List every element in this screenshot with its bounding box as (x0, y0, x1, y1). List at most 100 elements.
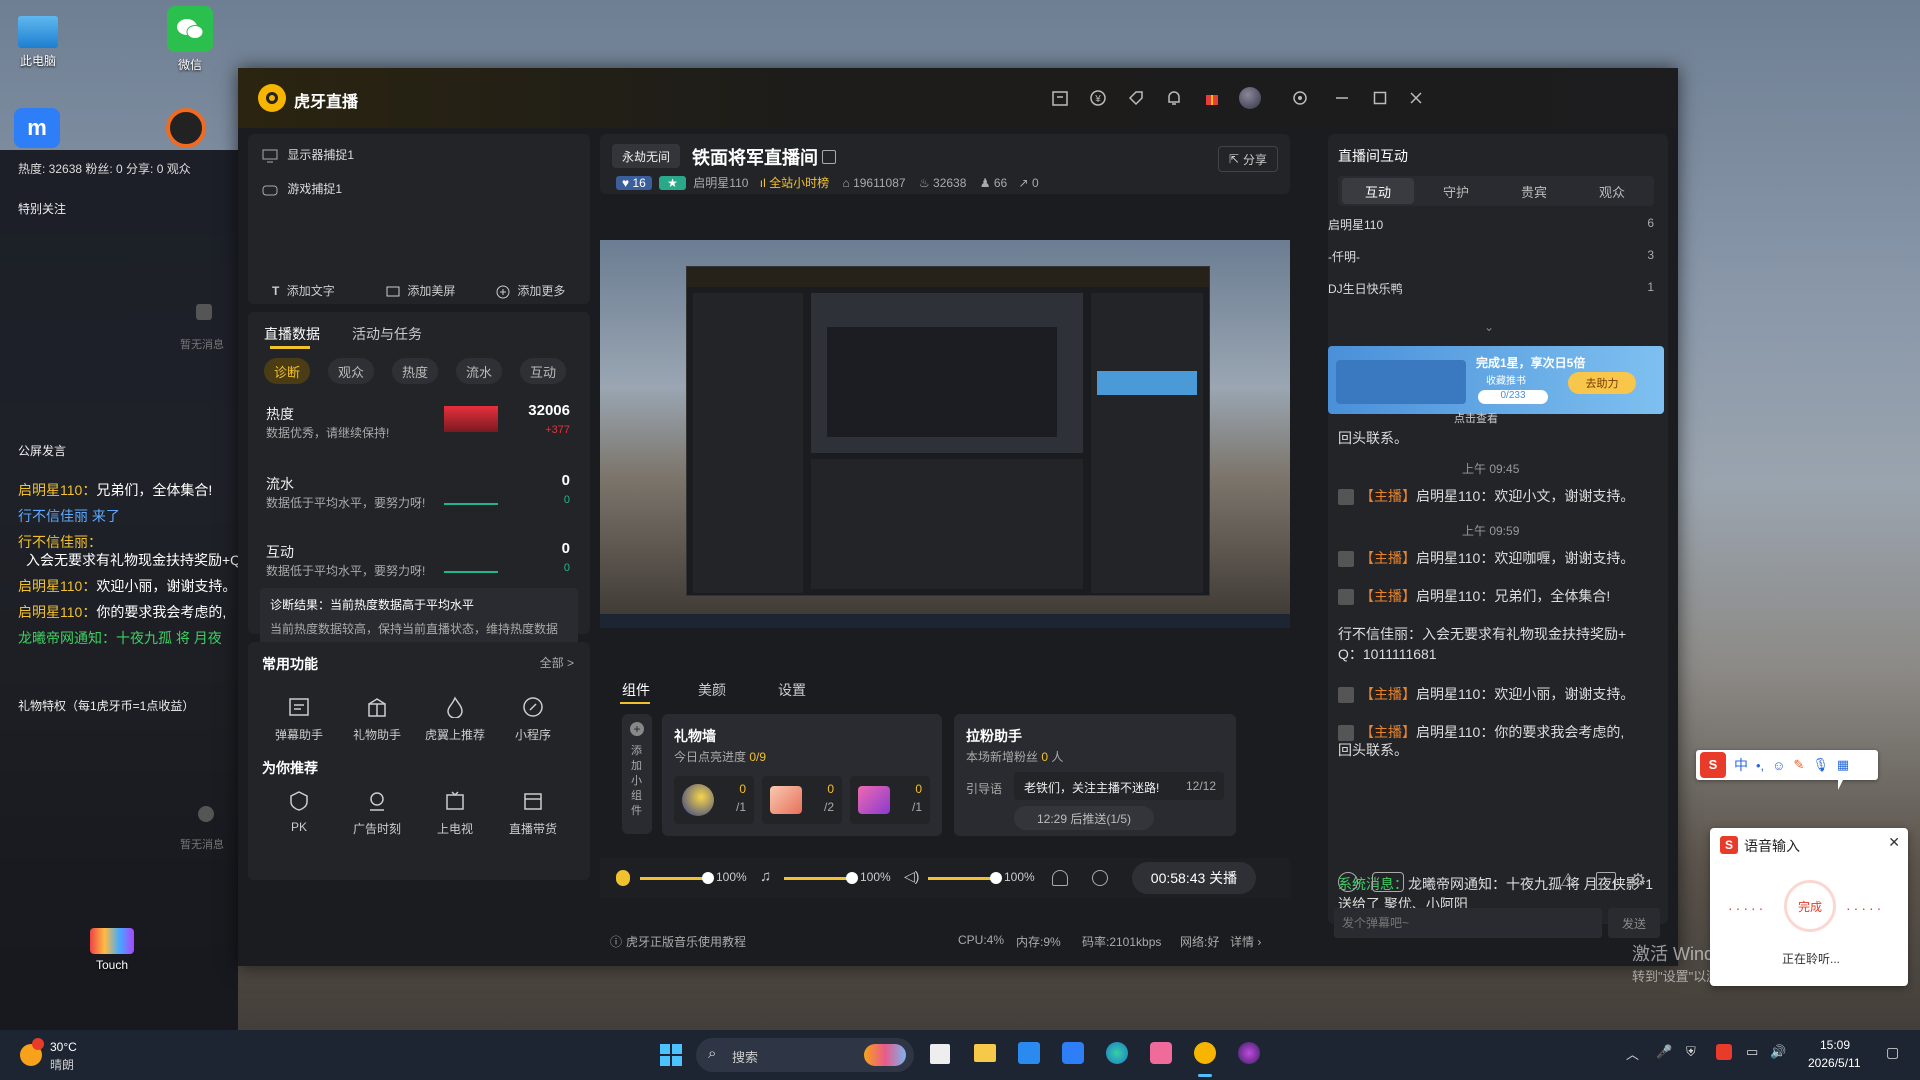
desktop-icon-computer[interactable]: 此电脑 (2, 10, 74, 69)
voice-ime-icon[interactable]: 🎙 (1812, 757, 1829, 773)
tray-mic-icon[interactable]: 🎤 (1656, 1044, 1672, 1060)
add-beauty-button[interactable]: 添加美屏 (386, 282, 455, 299)
tab-live-data[interactable]: 直播数据 (264, 324, 320, 344)
add-widget-button[interactable]: + 添加小组件 (622, 714, 652, 834)
avatar[interactable] (1238, 86, 1262, 110)
tab-widgets[interactable]: 组件 (622, 680, 650, 700)
mic-icon[interactable] (616, 870, 630, 886)
tray-network-icon[interactable]: ▭ (1746, 1044, 1758, 1060)
task-view-link[interactable]: 点击查看 (1454, 410, 1498, 426)
tools-icon[interactable]: ⚙ (1630, 870, 1646, 891)
coin-icon[interactable]: ¥ (1086, 86, 1110, 110)
gift-icon[interactable] (1200, 86, 1224, 110)
clock-date[interactable]: 2026/5/11 (1808, 1056, 1861, 1070)
chat-username[interactable]: 启明星110： (18, 604, 96, 620)
tray-sogou-icon[interactable] (1716, 1044, 1732, 1060)
maximize-icon[interactable] (1368, 86, 1392, 110)
emoji-ime-icon[interactable]: ☺ (1772, 758, 1785, 773)
huya-taskbar-icon[interactable] (1194, 1042, 1216, 1064)
chat-username[interactable]: 启明星110： (1416, 550, 1494, 566)
task-banner[interactable]: 完成1星，享次日5倍 收藏推书 0/233 去助力 (1328, 346, 1664, 414)
guide-text-field[interactable]: 老铁们，关注主播不迷路! 12/12 (1014, 772, 1224, 800)
pill-audience[interactable]: 观众 (328, 358, 374, 384)
store-icon[interactable] (1018, 1042, 1040, 1064)
desktop-icon-touch[interactable]: Touch (76, 928, 148, 972)
ranking-row[interactable]: DJ生日快乐鸭 1 (1328, 280, 1658, 300)
settings-gear-icon[interactable] (1288, 86, 1312, 110)
clock-time[interactable]: 15:09 (1820, 1038, 1850, 1052)
meitu-icon[interactable]: m (14, 108, 60, 148)
notification-icon[interactable]: ▢ (1886, 1044, 1899, 1061)
music-icon[interactable]: ♫ (760, 868, 771, 885)
chat-username[interactable]: 启明星110： (1416, 488, 1494, 504)
tab-settings[interactable]: 设置 (778, 680, 806, 700)
start-button[interactable] (660, 1044, 682, 1066)
push-button[interactable]: 12:29 后推送(1/5) (1014, 806, 1154, 830)
pill-heat[interactable]: 热度 (392, 358, 438, 384)
gift-helper-button[interactable]: 礼物助手 (342, 694, 412, 743)
speaker-slider-handle[interactable] (990, 872, 1002, 884)
mini-program-button[interactable]: 小程序 (498, 694, 568, 743)
weather-widget[interactable]: 30°C 晴朗 (18, 1038, 118, 1072)
chat-username[interactable]: 启明星110： (18, 482, 96, 498)
ime-language[interactable]: 中 (1734, 755, 1748, 775)
rank-link[interactable]: ıl 全站小时榜 (760, 176, 829, 190)
edge-icon[interactable] (1106, 1042, 1128, 1064)
bilibili-icon[interactable] (1150, 1042, 1172, 1064)
emoji-icon[interactable] (1338, 872, 1358, 892)
sticker-icon[interactable] (1372, 872, 1404, 892)
all-functions-link[interactable]: 全部 > (540, 654, 574, 671)
recommend-button[interactable]: 虎翼上推荐 (420, 694, 490, 743)
chat-username[interactable]: 启明星110： (1416, 724, 1494, 740)
mic-slider-track[interactable] (640, 877, 708, 880)
danmaku-helper-button[interactable]: 弹幕助手 (264, 694, 334, 743)
pill-revenue[interactable]: 流水 (456, 358, 502, 384)
tab-beauty[interactable]: 美颜 (698, 680, 726, 700)
pk-button[interactable]: PK (264, 788, 334, 834)
chat-username[interactable]: 启明星110： (1416, 588, 1494, 604)
source-item-monitor[interactable]: 显示器捕捉1 (262, 146, 354, 163)
headset-icon[interactable] (1052, 870, 1068, 886)
voice-close-icon[interactable]: ✕ (1888, 834, 1900, 851)
details-link[interactable]: 详情 › (1230, 933, 1261, 950)
ranking-row[interactable]: -仟明- 3 (1328, 248, 1658, 268)
fan-helper-widget[interactable]: 拉粉助手 本场新增粉丝 0 人 引导语 老铁们，关注主播不迷路! 12/12 1… (954, 714, 1236, 836)
meitu-taskbar-icon[interactable] (1062, 1042, 1084, 1064)
tab-activity[interactable]: 活动与任务 (352, 324, 422, 344)
minimize-icon[interactable] (1330, 86, 1354, 110)
tab-vip[interactable]: 贵宾 (1498, 178, 1570, 204)
chat-input[interactable] (1334, 908, 1602, 938)
screenshot-icon[interactable] (1596, 872, 1616, 890)
punctuation-icon[interactable]: •, (1756, 758, 1764, 773)
toolbox-icon[interactable]: ▦ (1837, 757, 1849, 773)
ad-time-button[interactable]: 广告时刻 (342, 788, 412, 837)
tag-icon[interactable] (1124, 86, 1148, 110)
voice-done-button[interactable]: 完成 (1784, 880, 1836, 932)
warning-icon[interactable]: ⚠ (1560, 870, 1576, 891)
chat-username[interactable]: 启明星110： (18, 578, 96, 594)
speaker-slider-track[interactable] (928, 877, 996, 880)
chat-username[interactable]: 启明星110： (1416, 686, 1494, 702)
tab-audience[interactable]: 观众 (1576, 178, 1648, 204)
add-more-button[interactable]: 添加更多 (496, 282, 565, 299)
tab-guard[interactable]: 守护 (1420, 178, 1492, 204)
add-text-button[interactable]: T 添加文字 (272, 282, 335, 299)
category-badge[interactable]: 永劫无间 (612, 144, 680, 168)
taskbar-search[interactable]: ⌕ 搜索 (696, 1038, 914, 1072)
tv-button[interactable]: 上电视 (420, 788, 490, 837)
audio-settings-icon[interactable] (1092, 870, 1108, 886)
pill-diagnosis[interactable]: 诊断 (264, 358, 310, 384)
ranking-row[interactable]: 启明星110 6 (1328, 216, 1658, 236)
file-explorer-icon[interactable] (974, 1044, 996, 1062)
speaker-icon[interactable]: ◁) (904, 868, 919, 885)
gift-wall-widget[interactable]: 礼物墙 今日点亮进度 0/9 0 /1 0 /2 0 /1 (662, 714, 942, 836)
desktop-icon-wechat[interactable]: 微信 (154, 6, 226, 73)
task-view-icon[interactable] (930, 1044, 950, 1064)
calendar-icon[interactable] (1048, 86, 1072, 110)
end-stream-button[interactable]: 00:58:43 关播 (1132, 862, 1256, 894)
source-item-game[interactable]: 游戏捕捉1 (262, 180, 342, 197)
music-slider-track[interactable] (784, 877, 852, 880)
tab-interaction[interactable]: 互动 (1342, 178, 1414, 204)
music-tutorial-link[interactable]: 虎牙正版音乐使用教程 (626, 933, 746, 950)
music-slider-handle[interactable] (846, 872, 858, 884)
